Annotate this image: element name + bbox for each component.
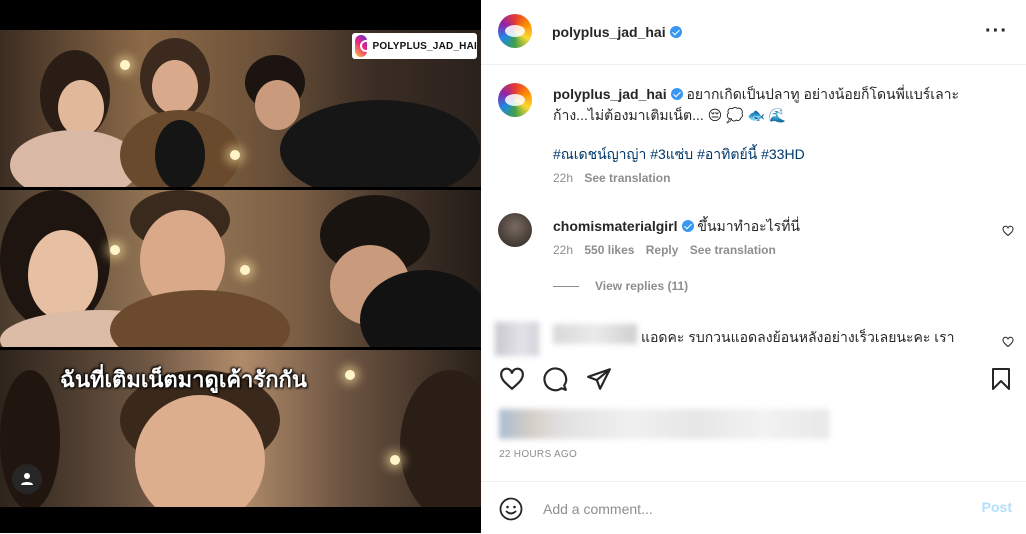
- commenter-avatar[interactable]: [498, 213, 532, 247]
- action-bar: [481, 360, 1026, 402]
- comment-2-text: แอดคะ รบกวนแอดลงย้อนหลังอย่างเร็วเลยนะคะ…: [641, 329, 955, 345]
- bookmark-icon[interactable]: [989, 366, 1013, 392]
- replies-divider: [553, 286, 579, 288]
- view-replies-label: View replies (11): [595, 279, 689, 293]
- more-options-icon[interactable]: ···: [985, 20, 1008, 43]
- comment-time[interactable]: 22h: [553, 243, 573, 257]
- comment-text: ขึ้นมาทำอะไรที่นี่: [697, 218, 800, 234]
- caption-emoji: 😔 💭 🐟 🌊: [707, 107, 787, 123]
- comment-reply-button[interactable]: Reply: [646, 243, 679, 257]
- caption-block: polyplus_jad_hai อยากเกิดเป็นปลาทู อย่าง…: [553, 84, 993, 185]
- comment-footer: Post: [481, 481, 1026, 534]
- post-sidebar: polyplus_jad_hai ··· polyplus_jad_hai อย…: [481, 0, 1026, 533]
- user-icon: [21, 473, 33, 485]
- caption-username[interactable]: polyplus_jad_hai: [553, 86, 667, 102]
- verified-badge-icon: [670, 88, 683, 100]
- blurred-username: [553, 324, 637, 344]
- instagram-logo-icon: [355, 35, 373, 57]
- post-media[interactable]: POLYPLUS_JAD_HAI ฉันที่เติมเน็ตมาดูเค้าร…: [0, 0, 481, 533]
- post-header: polyplus_jad_hai ···: [481, 0, 1026, 65]
- like-heart-icon[interactable]: [499, 366, 525, 392]
- overlay-caption: ฉันที่เติมเน็ตมาดูเค้ารักกัน: [60, 367, 307, 392]
- media-frame-2: [0, 190, 481, 347]
- user-tag-button[interactable]: [12, 464, 42, 494]
- comment-likes[interactable]: 550 likes: [584, 243, 634, 257]
- emoji-icon[interactable]: [499, 497, 523, 521]
- verified-badge-icon: [669, 26, 682, 38]
- comment-username[interactable]: chomismaterialgirl: [553, 218, 678, 234]
- verified-badge-icon: [681, 220, 694, 232]
- watermark-text: POLYPLUS_JAD_HAI: [372, 40, 477, 52]
- author-name-row: polyplus_jad_hai: [552, 24, 682, 42]
- comment-see-translation[interactable]: See translation: [690, 243, 776, 257]
- caption-time[interactable]: 22h: [553, 171, 573, 185]
- author-username[interactable]: polyplus_jad_hai: [552, 24, 666, 40]
- caption-text-1: อยากเกิดเป็นปลาทู อย่างน้อยก็โดนพี่แบร์เ…: [686, 86, 960, 102]
- comment-1: chomismaterialgirl ขึ้นมาทำอะไรที่นี่ 22…: [553, 216, 983, 293]
- watermark: POLYPLUS_JAD_HAI: [352, 33, 477, 59]
- caption-hashtags[interactable]: #ณเดชน์ญาญ่า #3แซ่บ #อาทิตย์นี้ #33HD: [553, 144, 993, 165]
- comment-like-heart-icon[interactable]: [1002, 225, 1014, 237]
- blurred-likes: [499, 409, 829, 439]
- share-direct-icon[interactable]: [586, 366, 612, 392]
- comment-input[interactable]: [541, 498, 965, 520]
- blurred-avatar: [495, 322, 539, 356]
- author-avatar[interactable]: [498, 14, 532, 48]
- post-timestamp[interactable]: 22 HOURS AGO: [499, 449, 577, 460]
- caption-see-translation[interactable]: See translation: [584, 171, 670, 185]
- comment-like-heart-icon[interactable]: [1002, 336, 1014, 348]
- caption-avatar[interactable]: [498, 83, 532, 117]
- post-button[interactable]: Post: [982, 499, 1012, 515]
- comment-icon[interactable]: [542, 366, 568, 392]
- caption-text-2: ก้าง...ไม่ต้องมาเติมเน็ต...: [553, 107, 704, 123]
- view-replies-button[interactable]: View replies (11): [553, 279, 983, 293]
